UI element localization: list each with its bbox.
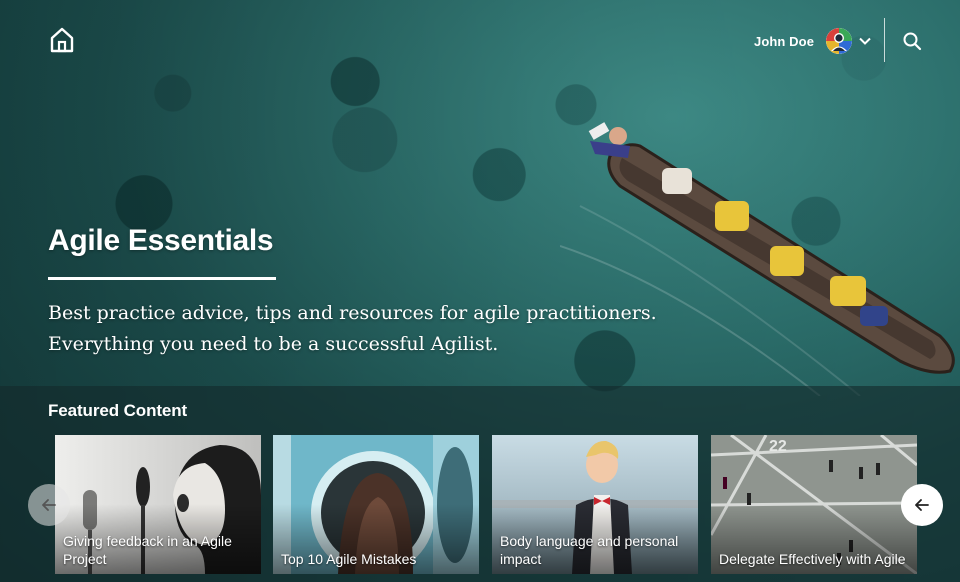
avatar-icon — [826, 28, 853, 54]
carousel-prev-button[interactable] — [28, 484, 70, 526]
content-card-delegate[interactable]: 22 Delegate Effectively with Agile — [711, 435, 917, 574]
page-title: Agile Essentials — [48, 224, 274, 257]
card-title: Top 10 Agile Mistakes — [281, 551, 417, 567]
search-icon[interactable] — [902, 31, 922, 51]
user-menu[interactable]: John Doe — [754, 26, 872, 56]
description-line-1: Best practice advice, tips and resources… — [48, 302, 657, 324]
chevron-down-icon[interactable] — [858, 34, 872, 48]
arrow-left-icon — [915, 499, 929, 511]
home-icon[interactable] — [48, 26, 76, 54]
content-card-feedback[interactable]: Giving feedback in an Agile Project — [55, 435, 261, 574]
title-underline — [48, 277, 276, 280]
arrow-left-icon — [42, 499, 56, 511]
description-line-2: Everything you need to be a successful A… — [48, 333, 499, 355]
header-divider — [884, 18, 885, 62]
content-card-mistakes[interactable]: Top 10 Agile Mistakes — [273, 435, 479, 574]
card-title: Giving feedback in an Agile Project — [63, 533, 232, 567]
featured-content-heading: Featured Content — [48, 401, 188, 420]
content-card-body-language[interactable]: Body language and personal impact — [492, 435, 698, 574]
card-title: Body language and personal impact — [500, 533, 679, 567]
carousel-next-button[interactable] — [901, 484, 943, 526]
user-name: John Doe — [754, 33, 815, 49]
card-title: Delegate Effectively with Agile — [719, 551, 906, 567]
page-description: Best practice advice, tips and resources… — [48, 298, 748, 360]
field-number: 22 — [769, 438, 787, 455]
